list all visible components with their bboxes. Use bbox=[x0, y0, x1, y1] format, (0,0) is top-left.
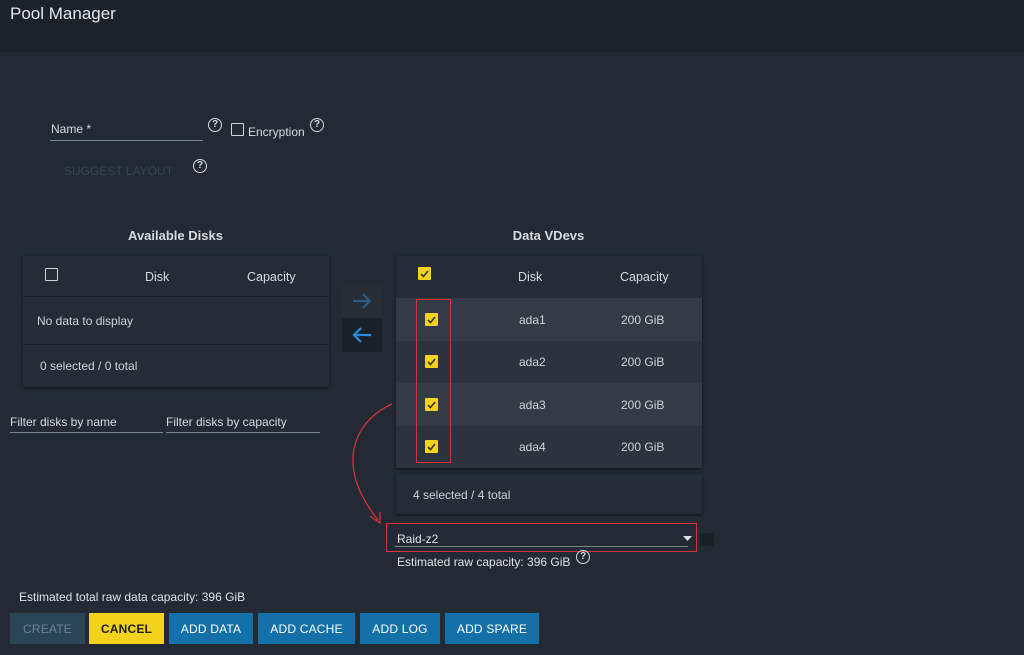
estimated-raw-capacity: Estimated raw capacity: 396 GiB bbox=[397, 555, 571, 569]
suggest-layout-button[interactable]: SUGGEST LAYOUT bbox=[64, 164, 173, 178]
name-help-icon[interactable]: ? bbox=[208, 118, 222, 132]
available-disks-title: Available Disks bbox=[128, 228, 223, 243]
move-left-button[interactable] bbox=[342, 318, 382, 352]
encryption-help-icon[interactable]: ? bbox=[310, 118, 324, 132]
vdevs-footer-bar: 4 selected / 4 total bbox=[396, 474, 702, 514]
vdevs-col-capacity: Capacity bbox=[620, 270, 669, 284]
row-disk: ada1 bbox=[519, 313, 546, 327]
top-bar bbox=[0, 0, 1024, 52]
remove-vdev-button[interactable] bbox=[700, 533, 714, 546]
add-log-button[interactable]: ADD LOG bbox=[360, 613, 440, 644]
checkmark-icon bbox=[420, 269, 429, 278]
filter-disks-by-name-input[interactable]: Filter disks by name bbox=[10, 412, 163, 433]
available-col-capacity: Capacity bbox=[247, 270, 296, 284]
vdevs-footer: 4 selected / 4 total bbox=[413, 488, 511, 502]
select-underline bbox=[395, 546, 688, 547]
add-cache-button[interactable]: ADD CACHE bbox=[258, 613, 355, 644]
encryption-label: Encryption bbox=[248, 125, 305, 139]
add-spare-button[interactable]: ADD SPARE bbox=[445, 613, 539, 644]
divider bbox=[23, 344, 329, 345]
page-title: Pool Manager bbox=[10, 4, 116, 23]
row-disk: ada2 bbox=[519, 355, 546, 369]
raw-capacity-help-icon[interactable]: ? bbox=[576, 550, 590, 564]
data-vdevs-title: Data VDevs bbox=[512, 228, 585, 243]
arrow-right-icon bbox=[353, 293, 372, 309]
available-empty-text: No data to display bbox=[37, 314, 134, 328]
row-disk: ada4 bbox=[519, 440, 546, 454]
dropdown-caret-icon bbox=[683, 536, 692, 541]
vdev-layout-value: Raid-z2 bbox=[397, 532, 439, 546]
estimated-total-capacity: Estimated total raw data capacity: 396 G… bbox=[19, 590, 246, 604]
cancel-button[interactable]: CANCEL bbox=[89, 613, 164, 644]
move-right-button[interactable] bbox=[342, 285, 382, 317]
row-disk: ada3 bbox=[519, 398, 546, 412]
row-capacity: 200 GiB bbox=[621, 313, 665, 327]
arrow-left-icon bbox=[352, 327, 371, 343]
checkbox-highlight-annotation bbox=[416, 299, 451, 463]
row-capacity: 200 GiB bbox=[621, 355, 665, 369]
filter-name-placeholder: Filter disks by name bbox=[10, 415, 117, 429]
annotation-arrow bbox=[352, 403, 393, 525]
filter-capacity-placeholder: Filter disks by capacity bbox=[166, 415, 287, 429]
vdev-layout-select[interactable]: Raid-z2 bbox=[386, 523, 697, 552]
available-select-all-checkbox[interactable] bbox=[45, 268, 58, 281]
vdevs-select-all-checkbox[interactable] bbox=[418, 267, 431, 280]
suggest-layout-help-icon[interactable]: ? bbox=[193, 159, 207, 173]
row-capacity: 200 GiB bbox=[621, 440, 665, 454]
divider bbox=[23, 296, 329, 297]
add-data-button[interactable]: ADD DATA bbox=[169, 613, 253, 644]
available-disks-table: Disk Capacity No data to display 0 selec… bbox=[23, 256, 329, 387]
row-capacity: 200 GiB bbox=[621, 398, 665, 412]
name-field[interactable]: Name * bbox=[50, 118, 203, 141]
available-footer: 0 selected / 0 total bbox=[40, 359, 138, 373]
available-col-disk: Disk bbox=[145, 270, 170, 284]
encryption-checkbox[interactable] bbox=[231, 123, 244, 136]
vdevs-col-disk: Disk bbox=[518, 270, 543, 284]
create-button[interactable]: CREATE bbox=[10, 613, 85, 644]
name-field-label: Name * bbox=[51, 122, 92, 136]
filter-disks-by-capacity-input[interactable]: Filter disks by capacity bbox=[166, 412, 320, 433]
